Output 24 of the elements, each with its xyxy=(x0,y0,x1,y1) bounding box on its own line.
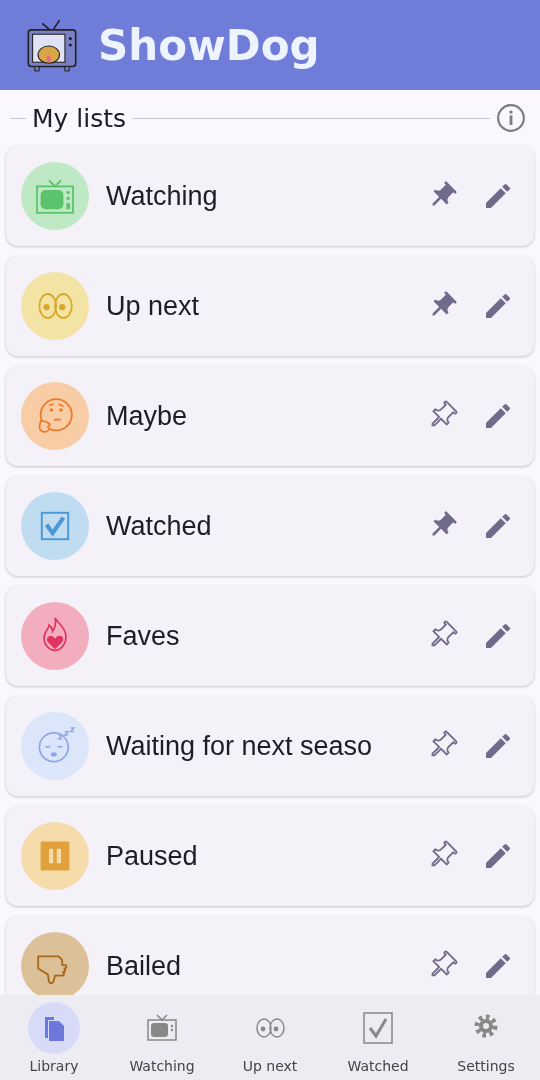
list-name: Watched xyxy=(106,510,213,542)
list-card[interactable]: Bailed xyxy=(6,916,534,995)
list-name: Maybe xyxy=(106,400,189,432)
nav-tab[interactable]: Watching xyxy=(112,1001,212,1074)
list-name: Watching xyxy=(106,180,219,212)
list-name: Up next xyxy=(106,290,201,322)
section-title: My lists xyxy=(32,103,127,133)
list-name: Bailed xyxy=(106,950,183,982)
list-card[interactable]: Waiting for next seaso xyxy=(6,696,534,796)
list-card[interactable]: Watching xyxy=(6,146,534,246)
list-card[interactable]: Up next xyxy=(6,256,534,356)
list-name: Paused xyxy=(106,840,199,872)
info-button[interactable] xyxy=(496,103,526,133)
list-card[interactable]: Faves xyxy=(6,586,534,686)
nav-tab[interactable]: Up next xyxy=(220,1001,320,1074)
nav-tab[interactable]: Library xyxy=(4,1001,104,1074)
nav-tab[interactable]: Watched xyxy=(328,1001,428,1074)
list-name: Faves xyxy=(106,620,181,652)
app-title: ShowDog xyxy=(98,20,320,70)
list-card[interactable]: Maybe xyxy=(6,366,534,466)
nav-tab[interactable]: Settings xyxy=(436,1001,536,1074)
list-card[interactable]: Watched xyxy=(6,476,534,576)
list-card[interactable]: Paused xyxy=(6,806,534,906)
list-name: Waiting for next seaso xyxy=(106,730,374,762)
